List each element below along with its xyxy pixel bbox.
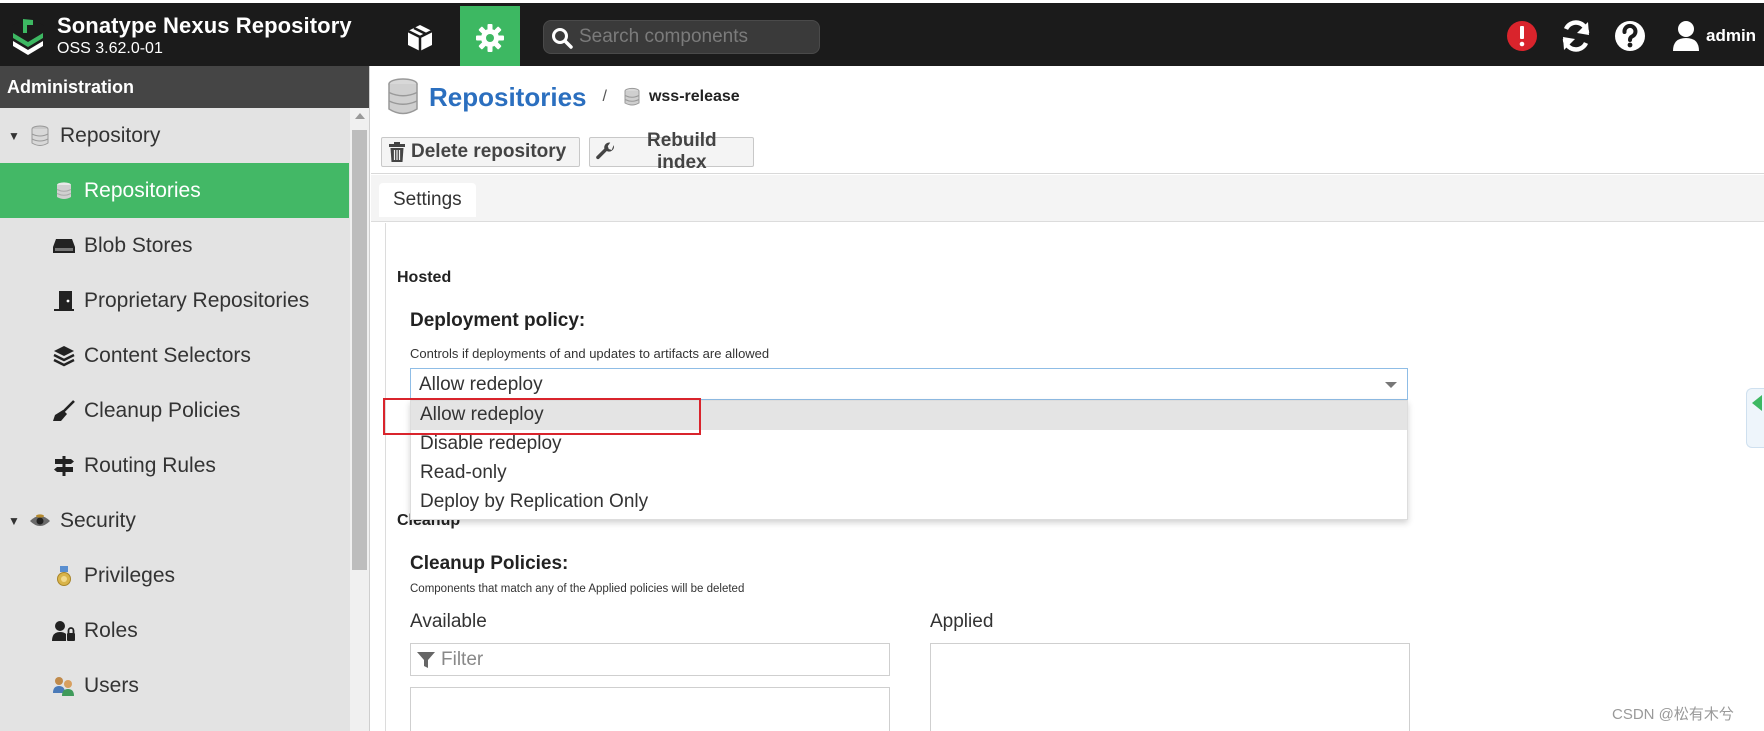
administration-button[interactable] xyxy=(460,6,520,69)
sidebar-item-privileges[interactable]: Privileges xyxy=(0,548,349,603)
delete-repository-button[interactable]: Delete repository xyxy=(381,137,580,167)
scrollbar-thumb[interactable] xyxy=(352,130,367,570)
rebuild-index-button[interactable]: Rebuild index xyxy=(589,130,754,173)
sidebar-item-label: Routing Rules xyxy=(84,453,216,477)
sidebar-nav: ▼ Repository Repositories Blob Stores Pr… xyxy=(0,108,349,713)
browse-button[interactable] xyxy=(390,6,450,69)
filter-icon xyxy=(417,652,435,668)
alert-icon[interactable] xyxy=(1504,18,1540,54)
tab-settings[interactable]: Settings xyxy=(379,183,476,217)
search-input[interactable] xyxy=(579,25,814,49)
brand: Sonatype Nexus Repository OSS 3.62.0-01 xyxy=(57,13,352,58)
option-allow-redeploy[interactable]: Allow redeploy xyxy=(411,401,1407,430)
sidebar-item-cleanup-policies[interactable]: Cleanup Policies xyxy=(0,383,349,438)
door-icon xyxy=(52,289,76,313)
sidebar-item-label: Cleanup Policies xyxy=(84,398,241,422)
users-icon xyxy=(52,674,76,698)
database-icon xyxy=(624,87,640,106)
sidebar-item-label: Repository xyxy=(60,123,161,147)
broom-icon xyxy=(52,399,76,423)
user-icon xyxy=(1673,21,1699,51)
trash-icon xyxy=(389,142,405,162)
filter-input[interactable] xyxy=(441,649,871,671)
nexus-logo-icon xyxy=(11,17,45,55)
sidebar-item-users[interactable]: Users xyxy=(0,658,349,713)
sidebar-item-label: Content Selectors xyxy=(84,343,251,367)
delete-repository-label: Delete repository xyxy=(411,141,567,162)
sidebar-item-security[interactable]: ▼ Security xyxy=(0,493,349,548)
user-name: admin xyxy=(1706,26,1757,45)
option-disable-redeploy[interactable]: Disable redeploy xyxy=(411,430,1407,459)
deployment-policy-value: Allow redeploy xyxy=(419,374,543,395)
sidebar-item-proprietary-repositories[interactable]: Proprietary Repositories xyxy=(0,273,349,328)
layers-icon xyxy=(52,344,76,368)
breadcrumb-current: wss-release xyxy=(648,88,740,105)
sidebar-item-repository[interactable]: ▼ Repository xyxy=(0,108,349,163)
sidebar-item-blob-stores[interactable]: Blob Stores xyxy=(0,218,349,273)
app-version: OSS 3.62.0-01 xyxy=(57,40,163,57)
sidebar-item-label: Users xyxy=(84,673,139,697)
search-icon xyxy=(552,28,573,49)
sidebar-item-label: Repositories xyxy=(84,178,201,202)
sidebar-item-label: Roles xyxy=(84,618,138,642)
watermark: CSDN @松有木兮 xyxy=(1612,706,1734,723)
feedback-tab[interactable] xyxy=(1746,388,1764,448)
gear-icon xyxy=(476,23,504,52)
user-menu[interactable]: admin xyxy=(1672,18,1756,54)
sidebar-scrollbar[interactable] xyxy=(350,108,369,731)
sidebar-item-roles[interactable]: Roles xyxy=(0,603,349,658)
database-icon xyxy=(28,124,52,148)
available-policies-list[interactable] xyxy=(410,687,890,731)
sidebar-item-content-selectors[interactable]: Content Selectors xyxy=(0,328,349,383)
database-icon xyxy=(388,78,418,115)
medal-icon xyxy=(52,564,76,588)
deployment-policy-select[interactable]: Allow redeploy xyxy=(410,368,1408,400)
user-lock-icon xyxy=(52,619,76,643)
arrow-left-icon xyxy=(1752,395,1762,411)
wrench-icon xyxy=(596,142,614,160)
deployment-policy-dropdown: Allow redeploy Disable redeploy Read-onl… xyxy=(410,400,1408,520)
sidebar-item-label: Security xyxy=(60,508,136,532)
sidebar-item-label: Blob Stores xyxy=(84,233,193,257)
scroll-up-icon[interactable] xyxy=(355,113,365,119)
signpost-icon xyxy=(52,454,76,478)
sidebar-item-label: Proprietary Repositories xyxy=(84,288,310,312)
tab-bar: Settings xyxy=(371,175,1764,222)
sidebar-item-routing-rules[interactable]: Routing Rules xyxy=(0,438,349,493)
refresh-icon[interactable] xyxy=(1558,18,1594,54)
sidebar-item-repositories[interactable]: Repositories xyxy=(0,163,349,218)
expand-icon[interactable]: ▼ xyxy=(8,129,20,143)
search-box[interactable] xyxy=(543,20,820,54)
help-icon[interactable] xyxy=(1612,18,1648,54)
option-read-only[interactable]: Read-only xyxy=(411,459,1407,488)
option-deploy-by-replication-only[interactable]: Deploy by Replication Only xyxy=(411,488,1407,517)
rebuild-index-label: Rebuild index xyxy=(646,130,717,173)
expand-icon[interactable]: ▼ xyxy=(8,514,20,528)
sidebar-title: Administration xyxy=(0,66,369,108)
page-title[interactable]: Repositories xyxy=(429,82,587,113)
breadcrumb-separator: / xyxy=(602,88,607,105)
sidebar-item-label: Privileges xyxy=(84,563,176,587)
breadcrumb: Repositories / wss-release xyxy=(387,78,740,116)
cube-icon xyxy=(407,24,433,51)
database-icon xyxy=(52,179,76,203)
app-title: Sonatype Nexus Repository xyxy=(57,13,352,38)
eye-icon xyxy=(28,509,52,533)
applied-policies-list[interactable] xyxy=(930,643,1410,731)
filter-box[interactable] xyxy=(410,643,890,676)
admin-sidebar: Administration ▼ Repository Repositories… xyxy=(0,66,370,731)
hdd-icon xyxy=(52,234,76,258)
toolbar: Delete repository Rebuild index xyxy=(371,130,1764,174)
top-bar: Sonatype Nexus Repository OSS 3.62.0-01 xyxy=(0,0,1764,69)
chevron-down-icon[interactable] xyxy=(1385,382,1397,388)
